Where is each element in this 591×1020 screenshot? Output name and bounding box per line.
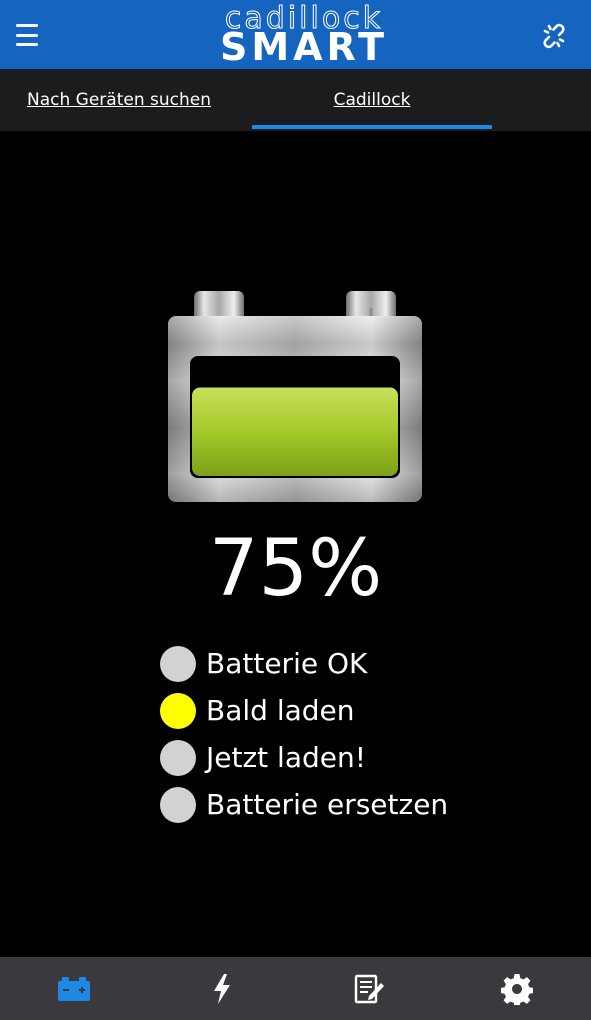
gear-icon bbox=[501, 973, 534, 1005]
app-header: cadillock SMART bbox=[0, 0, 591, 69]
active-tab-indicator bbox=[252, 125, 492, 129]
tab-bar: Nach Geräten suchen Cadillock bbox=[0, 69, 591, 131]
status-label: Bald laden bbox=[206, 694, 355, 727]
nav-notes[interactable] bbox=[296, 957, 444, 1020]
broken-link-icon[interactable] bbox=[540, 22, 568, 50]
bottom-navigation bbox=[0, 957, 591, 1020]
status-charge-now: Jetzt laden! bbox=[160, 734, 500, 781]
status-charge-soon: Bald laden bbox=[160, 687, 500, 734]
nav-battery[interactable] bbox=[0, 957, 148, 1020]
hamburger-menu-icon[interactable] bbox=[16, 20, 54, 50]
brand-logo: cadillock SMART bbox=[176, 3, 432, 69]
nav-power[interactable] bbox=[148, 957, 296, 1020]
battery-graphic bbox=[166, 288, 424, 504]
status-indicator-dot bbox=[160, 739, 196, 776]
tab-device-search[interactable]: Nach Geräten suchen bbox=[14, 69, 224, 131]
battery-fill-level bbox=[192, 387, 398, 476]
battery-status-list: Batterie OK Bald laden Jetzt laden! Batt… bbox=[160, 640, 500, 828]
status-label: Batterie ersetzen bbox=[206, 788, 449, 821]
status-battery-ok: Batterie OK bbox=[160, 640, 500, 687]
battery-icon bbox=[57, 976, 90, 1001]
status-replace-battery: Batterie ersetzen bbox=[160, 781, 500, 828]
status-label: Batterie OK bbox=[206, 647, 368, 680]
status-indicator-dot bbox=[160, 645, 196, 682]
battery-percent: 75% bbox=[208, 524, 383, 614]
app-root: cadillock SMART Nach Geräten suchen Cadi… bbox=[0, 0, 591, 1020]
brand-logo-bottom: SMART bbox=[219, 25, 389, 69]
status-label: Jetzt laden! bbox=[206, 741, 366, 774]
status-indicator-dot bbox=[160, 786, 196, 823]
lightning-icon bbox=[213, 973, 230, 1004]
notes-edit-icon bbox=[355, 974, 385, 1003]
status-indicator-dot bbox=[160, 692, 196, 729]
nav-settings[interactable] bbox=[443, 957, 591, 1020]
tab-cadillock[interactable]: Cadillock bbox=[252, 69, 492, 131]
